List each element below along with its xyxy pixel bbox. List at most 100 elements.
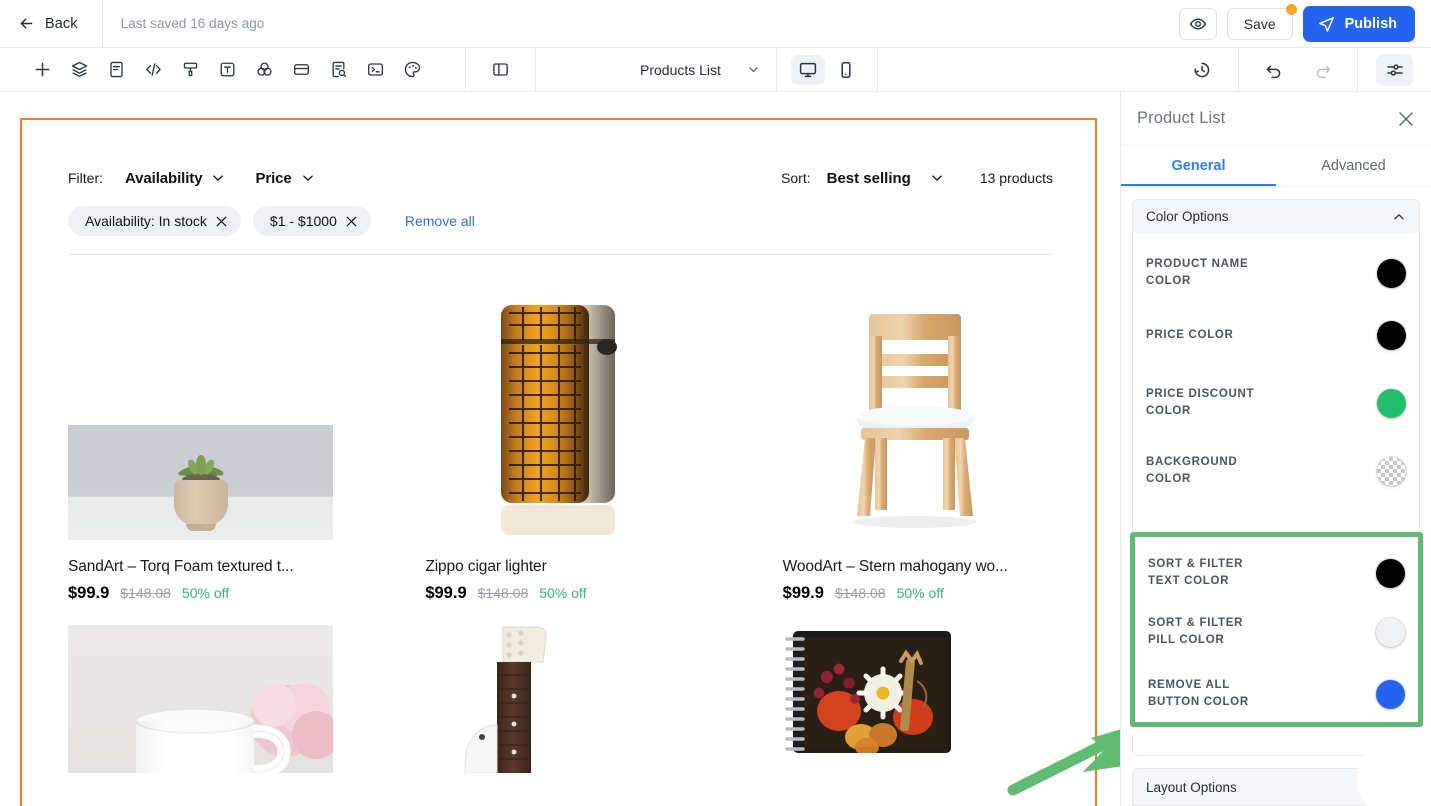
toolbar-right-group	[1165, 47, 1431, 92]
page-selector-label: Products List	[640, 61, 721, 78]
product-grid: SandArt – Torq Foam textured t... $99.9 …	[68, 255, 1053, 774]
terminal-icon[interactable]	[357, 54, 394, 86]
color-swatch-sort-filter-text[interactable]	[1376, 558, 1405, 588]
last-saved-text: Last saved 16 days ago	[120, 16, 265, 31]
preview-button[interactable]	[1178, 7, 1217, 40]
product-price-original: $148.08	[834, 585, 886, 601]
filter-sort-bar: Filter: Availability Price Sort: Best se…	[68, 150, 1053, 192]
notebook-graphic	[784, 631, 951, 756]
accordion-title: Color Options	[1146, 209, 1229, 224]
close-icon[interactable]	[1397, 110, 1415, 128]
product-price-row: $99.9 $148.08 50% off	[68, 584, 338, 603]
product-title: WoodArt – Stern mahogany wo...	[782, 558, 1008, 575]
product-card[interactable]	[68, 603, 338, 773]
code-icon[interactable]	[135, 54, 172, 86]
page-selector[interactable]: Products List	[624, 48, 776, 92]
card-icon[interactable]	[283, 54, 320, 86]
label-line-1: PRICE DISCOUNT	[1146, 388, 1255, 400]
selected-section-frame[interactable]: Filter: Availability Price Sort: Best se…	[20, 118, 1097, 806]
product-card[interactable]	[783, 603, 1053, 773]
product-discount: 50% off	[539, 585, 587, 601]
history-icon[interactable]	[1183, 54, 1220, 86]
tab-general[interactable]: General	[1121, 146, 1276, 186]
label-line-1: PRODUCT NAME	[1146, 258, 1249, 270]
theme-brush-icon[interactable]	[172, 54, 209, 86]
active-filter-pills: Availability: In stock $1 - $1000 Remove…	[68, 192, 1053, 254]
product-price-original: $148.08	[120, 585, 171, 601]
label-line-1: PRICE COLOR	[1146, 328, 1234, 341]
product-card[interactable]: Zippo cigar lighter $99.9 $148.08 50% of…	[425, 295, 695, 603]
label-line-2: COLOR	[1146, 405, 1192, 417]
product-price-row: $99.9 $148.08 50% off	[425, 584, 695, 603]
filter-option-availability[interactable]: Availability	[125, 170, 225, 187]
tab-advanced[interactable]: Advanced	[1276, 146, 1431, 186]
toolbar-divider-6	[1357, 47, 1358, 92]
orange-crocodile-zippo-lighter-image	[483, 295, 633, 540]
product-card[interactable]: SandArt – Torq Foam textured t... $99.9 …	[68, 295, 338, 603]
remove-all-button[interactable]: Remove all	[405, 213, 475, 229]
color-row-label: SORT & FILTER TEXT COLOR	[1148, 556, 1243, 590]
sort-value: Best selling	[826, 169, 911, 187]
product-price: $99.9	[782, 584, 824, 602]
color-row-price-discount: PRICE DISCOUNT COLOR	[1133, 369, 1419, 437]
desktop-icon[interactable]	[790, 54, 825, 85]
redo-icon[interactable]	[1304, 54, 1341, 86]
seo-icon[interactable]	[320, 54, 357, 86]
product-discount: 50% off	[181, 585, 230, 601]
color-row-label: PRICE DISCOUNT COLOR	[1146, 386, 1254, 420]
potted-succulent-plant-image	[68, 425, 333, 540]
palette-icon[interactable]	[394, 54, 431, 86]
publish-label: Publish	[1344, 15, 1397, 32]
color-blend-icon[interactable]	[246, 54, 283, 86]
product-list-section: Filter: Availability Price Sort: Best se…	[68, 150, 1053, 774]
plant-pot	[173, 480, 228, 526]
split-panel-icon[interactable]	[482, 54, 519, 86]
color-swatch-background[interactable]	[1377, 456, 1406, 486]
save-button[interactable]: Save	[1226, 3, 1297, 40]
color-swatch-price-discount[interactable]	[1377, 388, 1406, 418]
filter-option-label: Availability	[125, 169, 203, 187]
eye-icon	[1189, 18, 1206, 29]
layers-icon[interactable]	[61, 54, 98, 86]
sort-selector[interactable]: Best selling	[827, 170, 944, 187]
filter-pill-price[interactable]: $1 - $1000	[252, 206, 371, 236]
color-row-price: PRICE COLOR	[1133, 301, 1419, 369]
toolbar-left-group	[24, 48, 431, 92]
product-card[interactable]: WoodArt – Stern mahogany wo... $99.9 $14…	[783, 295, 1053, 603]
filter-pill-availability[interactable]: Availability: In stock	[68, 206, 241, 236]
color-swatch-remove-all-button[interactable]	[1376, 679, 1405, 709]
pages-icon[interactable]	[98, 54, 135, 86]
close-icon[interactable]	[216, 216, 227, 227]
filter-option-price[interactable]: Price	[255, 170, 314, 187]
product-card[interactable]	[425, 603, 695, 774]
color-row-label: SORT & FILTER PILL COLOR	[1148, 615, 1243, 649]
guitar-graphic	[464, 626, 547, 774]
settings-panel: Product List General Advanced Color Opti…	[1120, 92, 1431, 806]
settings-sliders-icon[interactable]	[1376, 53, 1413, 86]
unsaved-changes-badge	[1285, 3, 1297, 15]
label-line-1: SORT & FILTER	[1148, 558, 1244, 570]
color-row-label: PRODUCT NAME COLOR	[1146, 256, 1248, 290]
back-button[interactable]: Back	[0, 0, 102, 48]
filter-pill-label: $1 - $1000	[269, 213, 337, 229]
chevron-up-icon	[1394, 213, 1404, 219]
editor-toolbar: Products List	[0, 47, 1431, 92]
panel-tabs: General Advanced	[1121, 146, 1431, 187]
mobile-icon[interactable]	[829, 55, 863, 85]
typography-icon[interactable]	[209, 54, 246, 86]
label-line-1: BACKGROUND	[1146, 456, 1238, 468]
close-icon[interactable]	[346, 216, 357, 227]
color-swatch-sort-filter-pill[interactable]	[1376, 617, 1405, 647]
device-switcher	[777, 54, 877, 85]
color-swatch-price[interactable]	[1377, 320, 1406, 350]
add-icon[interactable]	[24, 54, 61, 86]
color-swatch-product-name[interactable]	[1377, 258, 1406, 288]
product-price: $99.9	[68, 584, 110, 602]
product-price-row: $99.9 $148.08 50% off	[783, 584, 1053, 603]
color-row-label: PRICE COLOR	[1146, 327, 1234, 344]
accordion-header-color-options[interactable]: Color Options	[1133, 200, 1419, 233]
undo-icon[interactable]	[1255, 54, 1292, 86]
canvas-area: Filter: Availability Price Sort: Best se…	[0, 92, 1120, 806]
lighter-graphic	[500, 305, 617, 535]
publish-button[interactable]: Publish	[1302, 5, 1415, 42]
